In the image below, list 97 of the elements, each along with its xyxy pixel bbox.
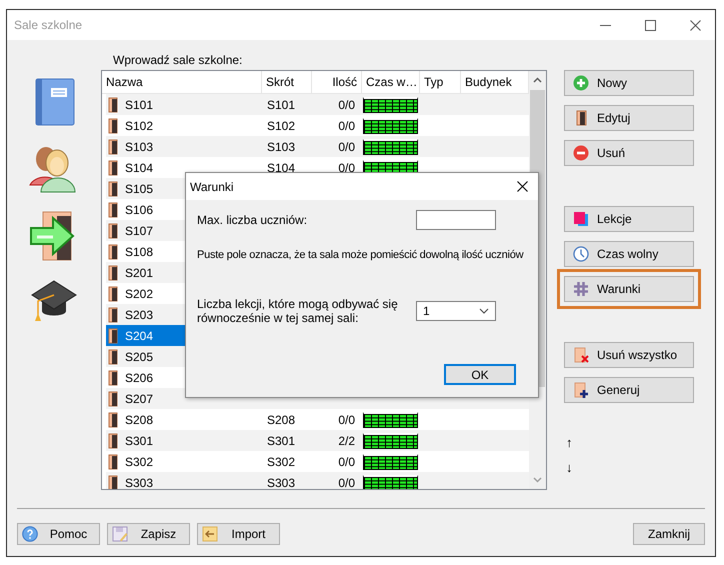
door-icon bbox=[108, 138, 118, 154]
availability-grid bbox=[363, 138, 418, 154]
chevron-up-icon bbox=[533, 77, 542, 83]
field-label: Liczba lekcji, które mogą odbywać się równocześnie w tej samej sali: bbox=[197, 297, 399, 325]
clock-icon bbox=[573, 246, 589, 262]
availability-grid bbox=[363, 118, 418, 134]
save-button[interactable]: Zapisz bbox=[107, 523, 190, 545]
input-field[interactable] bbox=[416, 210, 496, 230]
close-icon[interactable] bbox=[690, 20, 701, 30]
dropdown[interactable]: 1 bbox=[416, 301, 496, 321]
door-icon bbox=[108, 412, 118, 428]
graduation-cap-icon[interactable] bbox=[30, 279, 78, 323]
lessons-button[interactable]: Lekcje bbox=[564, 206, 694, 232]
move-arrow[interactable]: ↓ bbox=[566, 460, 694, 475]
availability-grid bbox=[363, 412, 418, 428]
room-item[interactable]: S303 bbox=[106, 472, 262, 489]
door-icon bbox=[108, 328, 118, 344]
chevron-down-icon bbox=[533, 477, 542, 483]
column-header[interactable]: Nazwa bbox=[102, 71, 262, 93]
door-icon bbox=[108, 306, 118, 322]
door-plus-icon bbox=[573, 382, 589, 398]
floppy-icon bbox=[112, 526, 128, 542]
free-time-button[interactable]: Czas wolny bbox=[564, 241, 694, 267]
availability-grid bbox=[363, 432, 418, 448]
door-icon bbox=[108, 390, 118, 406]
field-label: Max. liczba uczniów: bbox=[197, 213, 308, 227]
door-icon bbox=[108, 474, 118, 489]
room-item[interactable]: S101 bbox=[106, 94, 262, 115]
window-title: Sale szkolne bbox=[14, 18, 84, 32]
table-cell-text: 2/2 bbox=[337, 434, 356, 448]
door-icon bbox=[108, 180, 118, 196]
column-header[interactable]: Typ bbox=[420, 71, 461, 93]
hash-icon bbox=[573, 281, 589, 297]
availability-grid bbox=[363, 454, 418, 470]
door-icon bbox=[108, 264, 118, 280]
squares-icon bbox=[573, 211, 589, 227]
list-label: Wprowadź sale szkolne: bbox=[113, 53, 244, 69]
door-icon bbox=[108, 348, 118, 364]
room-item[interactable]: S104 bbox=[106, 157, 262, 178]
dialog-title: Warunki bbox=[190, 180, 234, 194]
help-icon bbox=[22, 526, 38, 542]
room-item[interactable]: S206 bbox=[106, 367, 262, 388]
door-icon bbox=[108, 160, 118, 176]
table-cell-text: 0/0 bbox=[337, 98, 356, 112]
table-cell-text: 0/0 bbox=[337, 412, 356, 426]
room-item[interactable]: S208 bbox=[106, 409, 262, 430]
table-cell-text: 0/0 bbox=[337, 118, 356, 132]
door-icon bbox=[108, 286, 118, 302]
move-arrow[interactable]: ↑ bbox=[566, 435, 694, 450]
table-cell-text: S302 bbox=[266, 454, 296, 468]
room-item[interactable]: S103 bbox=[106, 136, 262, 157]
help-button[interactable]: Pomoc bbox=[17, 523, 100, 545]
door-icon bbox=[108, 454, 118, 470]
room-item[interactable]: S102 bbox=[106, 115, 262, 136]
column-header[interactable]: Skrót bbox=[262, 71, 312, 93]
table-cell-text: 0/0 bbox=[337, 476, 356, 489]
table-cell-text: S301 bbox=[266, 434, 296, 448]
table-cell-text: S103 bbox=[266, 140, 296, 154]
table-cell-text: S104 bbox=[266, 160, 296, 174]
generate-button[interactable]: Generuj bbox=[564, 377, 694, 403]
edit-button[interactable]: Edytuj bbox=[564, 105, 694, 131]
door-icon bbox=[108, 370, 118, 386]
close-button[interactable]: Zamknij bbox=[633, 523, 705, 545]
door-icon bbox=[108, 432, 118, 448]
room-item[interactable]: S205 bbox=[106, 346, 262, 367]
import-button[interactable]: Import bbox=[197, 523, 280, 545]
door-icon bbox=[108, 222, 118, 238]
plus-icon bbox=[573, 75, 589, 91]
table-cell-text: S303 bbox=[266, 476, 296, 489]
door-cross-icon bbox=[573, 347, 589, 363]
chevron-down-icon bbox=[479, 308, 489, 314]
room-item[interactable]: S201 bbox=[106, 262, 262, 283]
column-header[interactable]: Czas w… bbox=[362, 71, 420, 93]
hint-text: Puste pole oznacza, że ta sala może pomieścić dowolną ilość uczniów bbox=[197, 249, 524, 261]
door-icon bbox=[108, 96, 118, 112]
table-cell-text: 0/0 bbox=[337, 160, 356, 174]
table-cell-text: 0/0 bbox=[337, 140, 356, 154]
minus-icon bbox=[573, 145, 589, 161]
ok-button[interactable]: OK bbox=[444, 364, 516, 385]
room-item[interactable]: S301 bbox=[106, 430, 262, 451]
column-header[interactable]: Ilość bbox=[312, 71, 362, 93]
table-cell-text: S101 bbox=[266, 98, 296, 112]
new-button[interactable]: Nowy bbox=[564, 70, 694, 96]
close-icon[interactable] bbox=[517, 181, 528, 192]
table-cell-text: S208 bbox=[266, 412, 296, 426]
door-icon bbox=[108, 118, 118, 134]
conditions-button[interactable]: Warunki bbox=[564, 276, 694, 302]
delete-button[interactable]: Usuń bbox=[564, 140, 694, 166]
delete-all-button[interactable]: Usuń wszystko bbox=[564, 342, 694, 368]
availability-grid bbox=[363, 96, 418, 112]
door-icon bbox=[108, 244, 118, 260]
room-item[interactable]: S302 bbox=[106, 451, 262, 472]
door-icon bbox=[108, 202, 118, 218]
table-cell-text: S102 bbox=[266, 118, 296, 132]
table-cell-text: 0/0 bbox=[337, 454, 356, 468]
maximize-icon[interactable] bbox=[645, 20, 656, 30]
import-icon bbox=[202, 526, 218, 542]
